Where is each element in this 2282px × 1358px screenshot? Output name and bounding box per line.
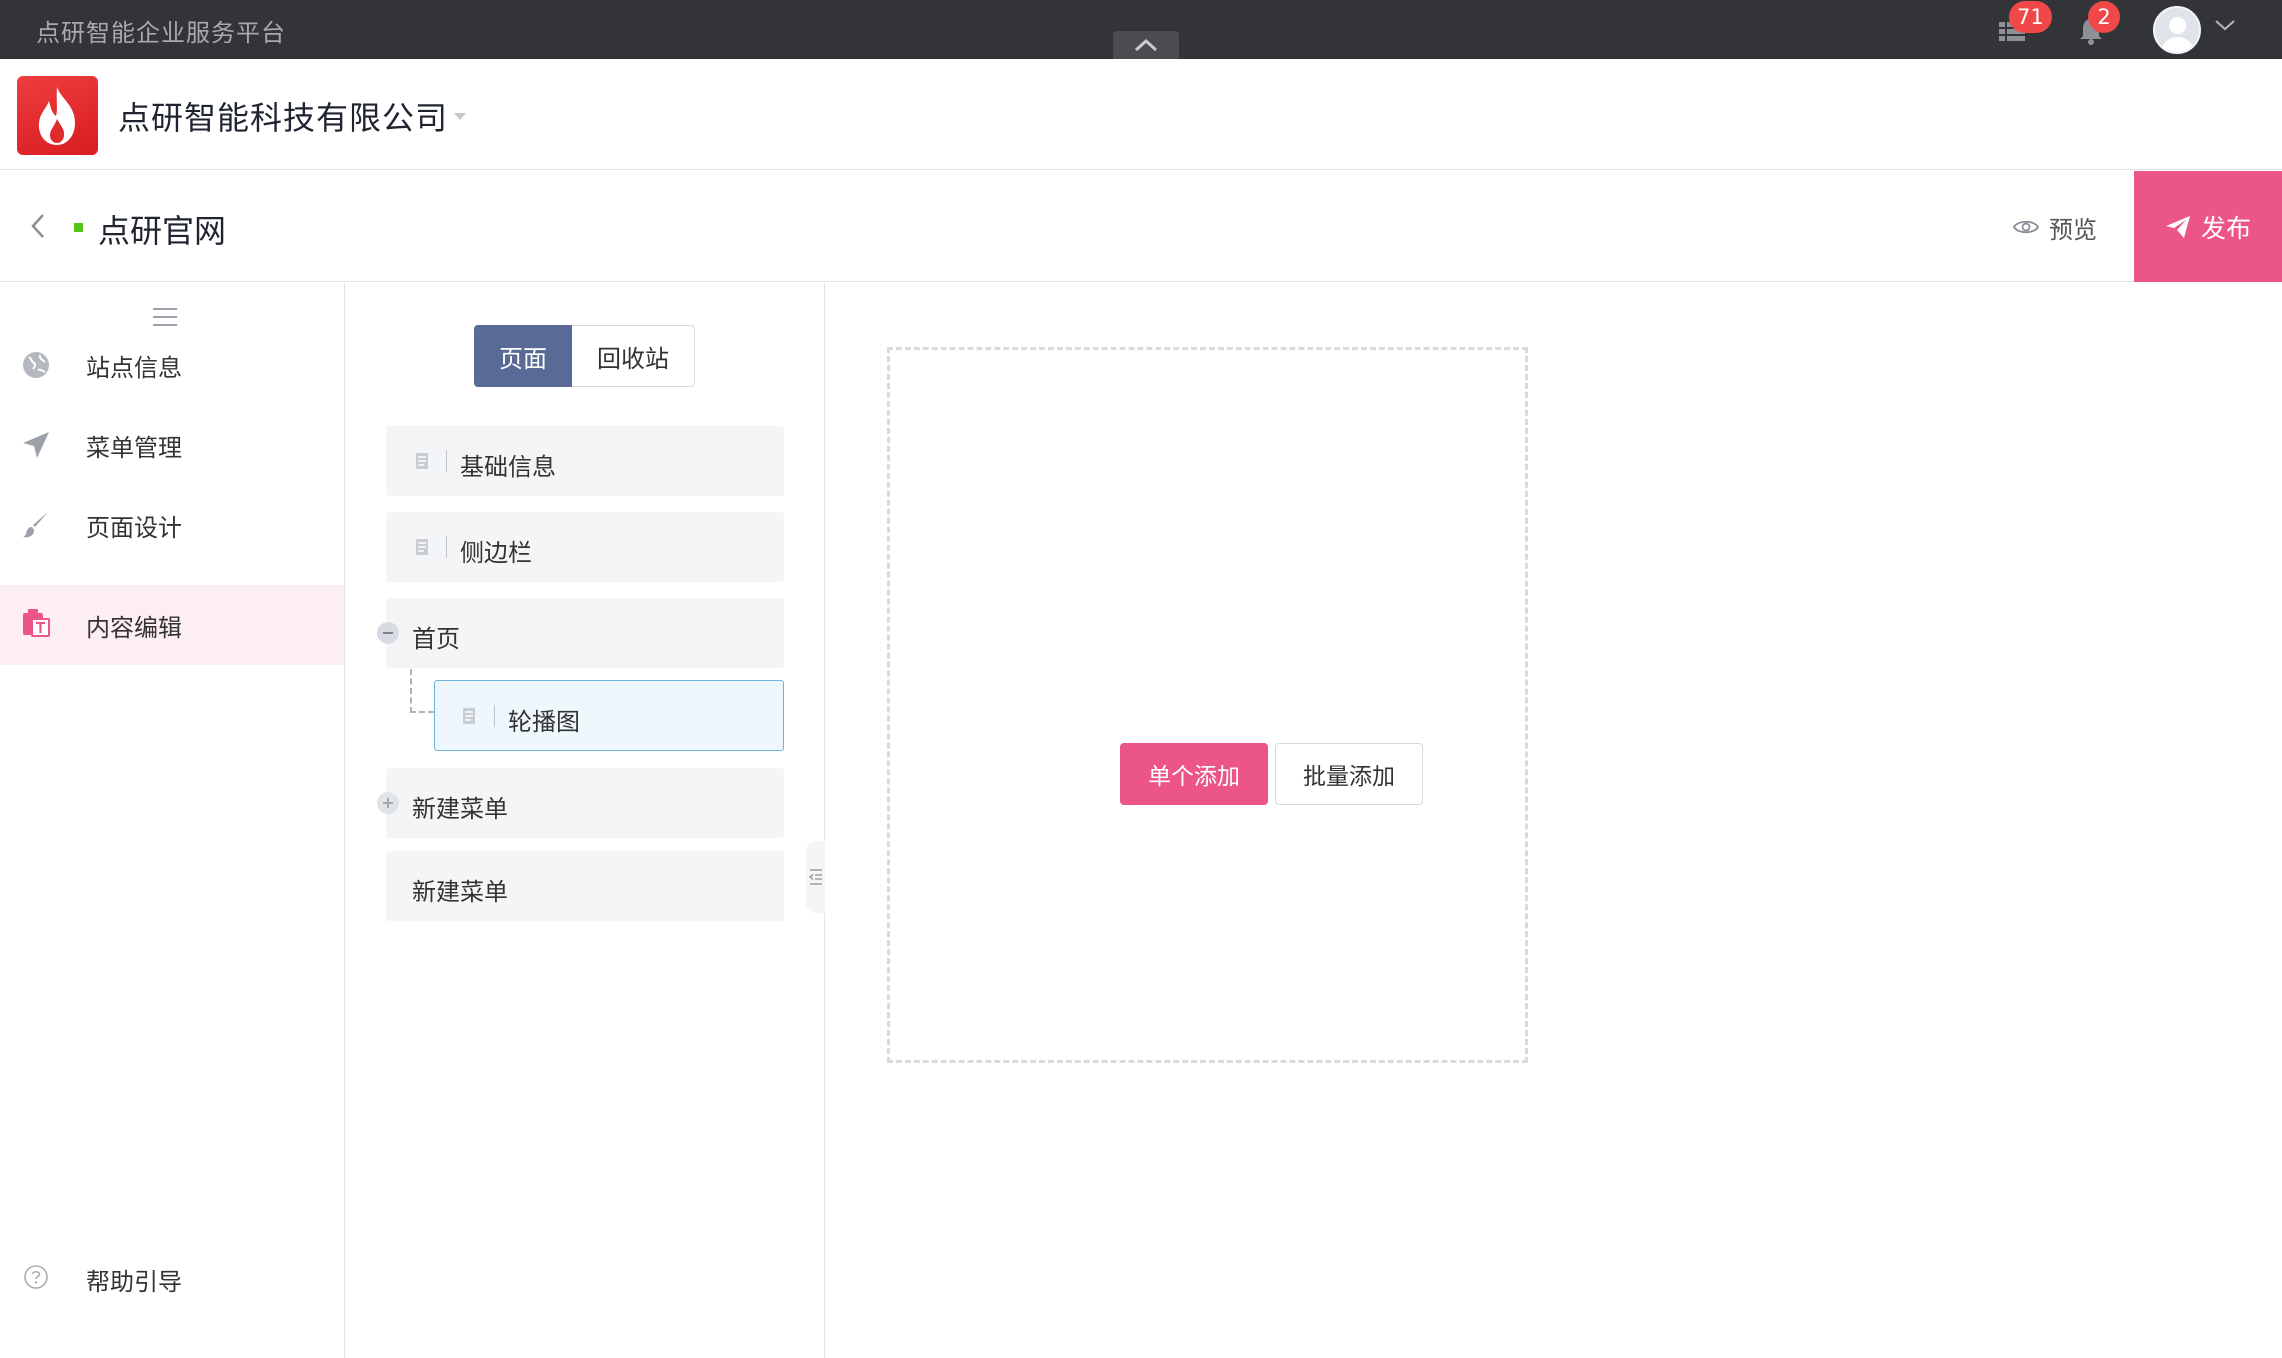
tab-recycle-bin[interactable]: 回收站: [572, 325, 695, 387]
avatar[interactable]: [2153, 6, 2201, 54]
platform-title: 点研智能企业服务平台: [36, 19, 286, 47]
content-dropzone[interactable]: 单个添加 批量添加: [887, 347, 1528, 1063]
page-tree-panel: 页面 回收站 基础信息 侧边栏 首页 轮播图 新建菜单 新建菜单: [346, 283, 825, 1358]
send-icon: [23, 432, 49, 458]
content-canvas: 单个添加 批量添加: [826, 283, 2282, 1358]
preview-label: 预览: [2049, 215, 2097, 244]
hamburger-menu-icon[interactable]: [152, 307, 178, 327]
tree-connector: [410, 669, 434, 713]
tree-node[interactable]: 侧边栏: [386, 512, 784, 582]
company-name[interactable]: 点研智能科技有限公司: [118, 93, 448, 139]
tree-node[interactable]: 基础信息: [386, 426, 784, 496]
sidebar: 站点信息 菜单管理 页面设计 内容编辑 帮助引导: [0, 283, 345, 1358]
notifications-button[interactable]: 2: [2074, 1, 2120, 48]
globe-icon: [23, 352, 49, 378]
indent-icon: [808, 869, 822, 885]
sidebar-item-page-design[interactable]: 页面设计: [0, 485, 344, 565]
help-guide-link[interactable]: 帮助引导: [0, 1253, 344, 1303]
site-header: 点研官网 预览 发布: [0, 171, 2282, 282]
tree-node-label: 首页: [412, 625, 460, 653]
eye-icon: [2013, 220, 2039, 234]
tree-node-new-menu[interactable]: 新建菜单: [386, 851, 784, 921]
sidebar-item-label: 页面设计: [86, 513, 182, 542]
tree-node-label: 新建菜单: [412, 795, 508, 823]
publish-button[interactable]: 发布: [2134, 171, 2282, 282]
tree-node-homepage[interactable]: 首页: [377, 598, 784, 668]
sidebar-item-label: 站点信息: [86, 353, 182, 382]
publish-label: 发布: [2200, 213, 2251, 243]
company-logo: [17, 76, 98, 155]
site-title: 点研官网: [98, 212, 227, 250]
content-edit-icon: [23, 609, 50, 637]
collapse-toggle-icon[interactable]: [377, 622, 399, 644]
paper-plane-icon: [2165, 215, 2190, 238]
notifications-badge: 2: [2088, 1, 2120, 33]
tree-node-label: 轮播图: [508, 708, 580, 736]
tree-node-label: 基础信息: [460, 453, 556, 481]
sidebar-item-label: 菜单管理: [86, 433, 182, 462]
sidebar-item-label: 内容编辑: [86, 613, 182, 642]
chevron-left-icon: [31, 214, 44, 238]
apps-button[interactable]: 71: [1995, 1, 2052, 48]
panel-collapse-handle[interactable]: [806, 841, 825, 913]
page-icon: [416, 539, 428, 555]
page-icon: [416, 453, 428, 469]
page-icon: [463, 708, 475, 724]
tab-pages[interactable]: 页面: [474, 325, 572, 387]
site-status-dot: [74, 223, 83, 232]
add-single-button[interactable]: 单个添加: [1120, 743, 1268, 805]
add-batch-button[interactable]: 批量添加: [1275, 743, 1423, 805]
tree-node-label: 新建菜单: [412, 878, 508, 906]
tree-node-label: 侧边栏: [460, 539, 532, 567]
preview-button[interactable]: 预览: [2013, 211, 2097, 244]
sidebar-item-site-info[interactable]: 站点信息: [0, 325, 344, 405]
expand-toggle-icon[interactable]: [377, 792, 399, 814]
chevron-up-icon: [1134, 38, 1158, 52]
flame-icon: [38, 87, 75, 145]
brush-icon: [23, 512, 48, 538]
back-button[interactable]: [26, 211, 50, 241]
sidebar-item-menu-management[interactable]: 菜单管理: [0, 405, 344, 485]
top-bar: 点研智能企业服务平台 71 2: [0, 0, 2282, 59]
company-header: 点研智能科技有限公司: [0, 59, 2282, 170]
help-label: 帮助引导: [86, 1268, 182, 1296]
chevron-down-icon[interactable]: [2213, 17, 2237, 33]
tree-tabs: 页面 回收站: [474, 325, 695, 387]
question-circle-icon: [24, 1265, 48, 1289]
tree-node-new-menu[interactable]: 新建菜单: [377, 768, 784, 838]
collapse-header-button[interactable]: [1113, 31, 1179, 59]
tree-node-selected[interactable]: 轮播图: [434, 680, 784, 751]
apps-badge: 71: [2009, 1, 2052, 33]
caret-down-icon[interactable]: [453, 112, 467, 122]
sidebar-item-content-edit[interactable]: 内容编辑: [0, 585, 344, 665]
